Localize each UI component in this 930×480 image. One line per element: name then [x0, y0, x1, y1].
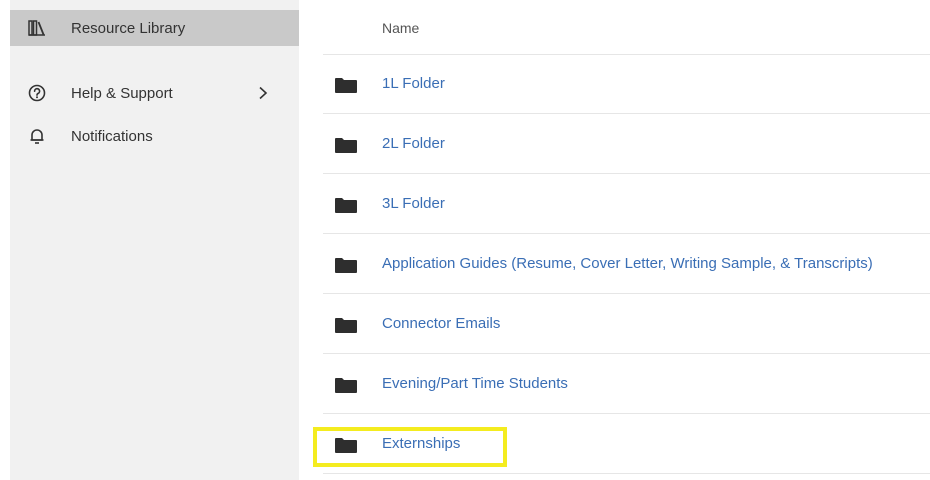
sidebar-item-label: Help & Support	[71, 84, 173, 102]
sidebar: Resource Library Help & Support Notifica…	[10, 0, 299, 480]
chevron-right-icon	[256, 86, 270, 100]
folder-link[interactable]: Externships	[382, 435, 460, 452]
folder-icon	[335, 78, 357, 93]
sidebar-item-resource-library[interactable]: Resource Library	[10, 10, 299, 46]
folder-icon	[335, 438, 357, 453]
folder-icon	[335, 138, 357, 153]
sidebar-item-label: Resource Library	[71, 19, 186, 37]
books-icon	[27, 18, 47, 38]
folder-icon	[335, 318, 357, 333]
table-body: 1L Folder 2L Folder 3L Folder Applicatio…	[323, 54, 930, 474]
table-row[interactable]: Application Guides (Resume, Cover Letter…	[323, 234, 930, 294]
table-header: Name	[323, 0, 930, 55]
folder-icon	[335, 258, 357, 273]
table-row[interactable]: Evening/Part Time Students	[323, 354, 930, 414]
question-circle-icon	[27, 83, 47, 103]
table-row[interactable]: 1L Folder	[323, 54, 930, 114]
table-row[interactable]: Connector Emails	[323, 294, 930, 354]
column-header-name[interactable]: Name	[382, 20, 419, 36]
table-row[interactable]: 3L Folder	[323, 174, 930, 234]
folder-icon	[335, 378, 357, 393]
resource-table: Name 1L Folder 2L Folder 3L Folder Appli…	[323, 0, 930, 480]
sidebar-item-label: Notifications	[71, 127, 153, 145]
folder-link[interactable]: 1L Folder	[382, 75, 445, 92]
folder-link[interactable]: Evening/Part Time Students	[382, 375, 568, 392]
folder-icon	[335, 198, 357, 213]
sidebar-item-notifications[interactable]: Notifications	[10, 118, 299, 154]
folder-link[interactable]: 3L Folder	[382, 195, 445, 212]
folder-link[interactable]: Application Guides (Resume, Cover Letter…	[382, 255, 873, 272]
folder-link[interactable]: Connector Emails	[382, 315, 500, 332]
bell-icon	[27, 126, 47, 146]
table-row[interactable]: Externships	[323, 414, 930, 474]
sidebar-item-help-support[interactable]: Help & Support	[10, 75, 299, 111]
table-row[interactable]: 2L Folder	[323, 114, 930, 174]
folder-link[interactable]: 2L Folder	[382, 135, 445, 152]
